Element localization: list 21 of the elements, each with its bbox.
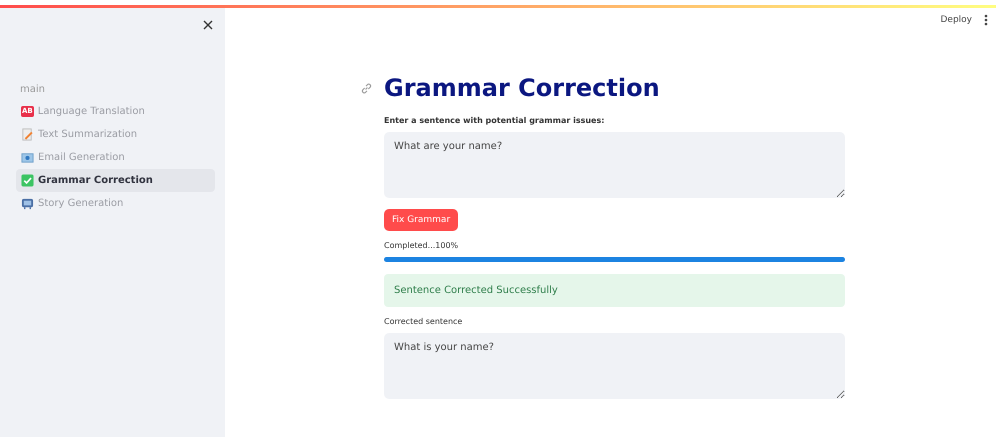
television-icon [21, 197, 34, 210]
close-icon[interactable] [203, 20, 213, 30]
sidebar-item[interactable]: Grammar Correction [16, 169, 215, 192]
more-menu-icon[interactable] [984, 14, 988, 26]
fix-grammar-button[interactable]: Fix Grammar [384, 209, 458, 231]
sidebar-item[interactable]: Text Summarization [16, 123, 215, 146]
sentence-input-field[interactable]: What are your name? [384, 132, 845, 198]
page-title: Grammar Correction [384, 73, 660, 104]
sidebar-item[interactable]: Email Generation [16, 146, 215, 169]
input-label: Enter a sentence with potential grammar issues: [384, 116, 606, 125]
deploy-button[interactable]: Deploy [940, 15, 972, 25]
memo-pencil-icon [21, 128, 34, 141]
success-message: Sentence Corrected Successfully [384, 274, 845, 307]
link-icon[interactable] [360, 82, 373, 95]
corrected-sentence-field[interactable]: What is your name? [384, 333, 845, 399]
section-label: main [20, 84, 46, 95]
output-label: Corrected sentence [384, 317, 464, 326]
envelope-icon [21, 151, 34, 164]
sidebar-item[interactable]: Story Generation [16, 192, 215, 215]
progress-label: Completed...100% [384, 241, 460, 250]
check-icon [21, 174, 34, 187]
